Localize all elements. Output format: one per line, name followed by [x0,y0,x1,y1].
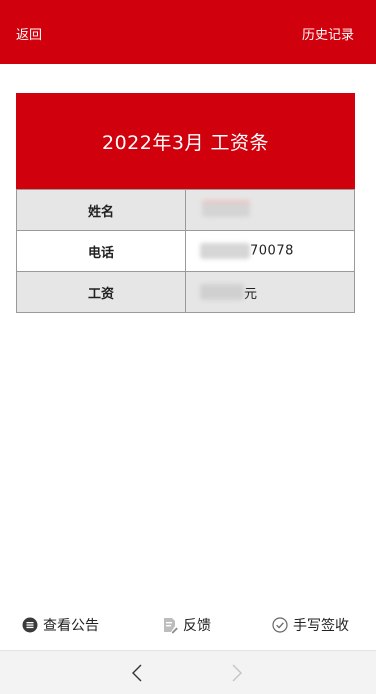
chevron-left-icon[interactable] [128,663,148,683]
name-label: 姓名 [16,189,186,231]
top-bar: 返回 历史记录 [0,0,376,64]
document-edit-icon [164,617,178,633]
redacted-phone [200,243,250,259]
view-announcement-button[interactable]: 查看公告 [22,612,99,638]
payslip-card: 2022年3月 工资条 姓名 电话 70078 工资 元 [16,93,355,313]
browser-nav-bar [0,650,376,694]
chevron-right-icon[interactable] [226,663,246,683]
history-button[interactable]: 历史记录 [302,28,354,44]
payslip-table: 姓名 电话 70078 工资 元 [16,189,355,313]
feedback-label: 反馈 [183,618,211,634]
salary-label: 工资 [16,271,186,313]
handwritten-sign-label: 手写签收 [293,618,349,634]
salary-unit: 元 [244,286,258,302]
back-button[interactable]: 返回 [16,28,42,44]
handwritten-sign-button[interactable]: 手写签收 [272,612,349,638]
redacted-salary [200,284,244,300]
payslip-title: 2022年3月 工资条 [16,93,355,189]
phone-label: 电话 [16,230,186,272]
bottom-actions: 查看公告 反馈 手写签收 [0,612,376,638]
check-circle-icon [272,617,288,633]
phone-value: 70078 [185,230,355,272]
table-row-name: 姓名 [16,189,355,231]
list-circle-icon [22,617,38,633]
table-row-salary: 工资 元 [16,271,355,313]
phone-visible-digits: 70078 [250,243,294,259]
redacted-name [202,203,250,217]
table-row-phone: 电话 70078 [16,230,355,272]
salary-value: 元 [185,271,355,313]
view-announcement-label: 查看公告 [43,618,99,634]
name-value [185,189,355,231]
feedback-button[interactable]: 反馈 [162,612,211,638]
